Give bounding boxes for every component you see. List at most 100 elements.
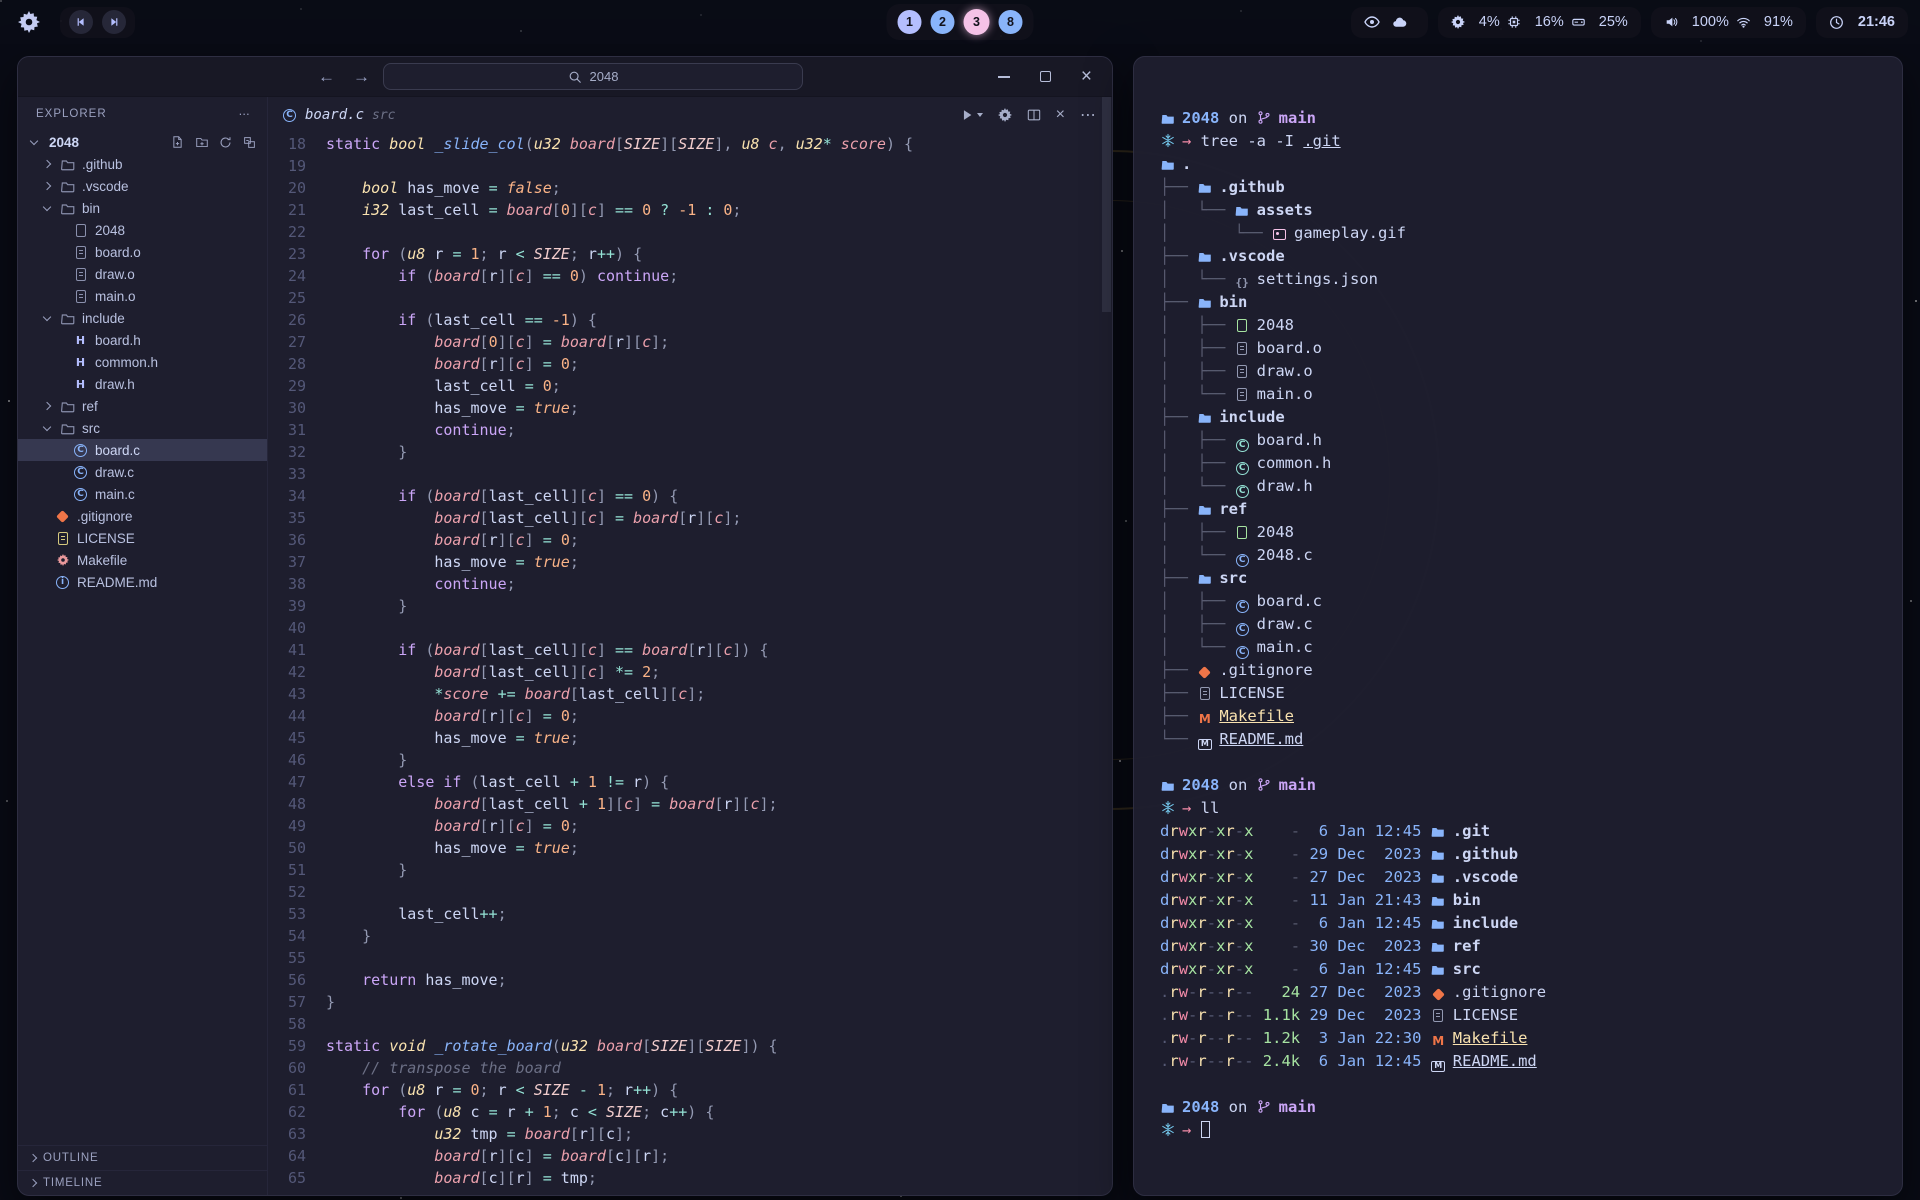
chevd-icon	[38, 207, 55, 210]
new-file-icon[interactable]	[170, 135, 185, 149]
m-icon: M	[1431, 1034, 1446, 1048]
media-prev-button[interactable]	[69, 10, 93, 34]
explorer-item-draw.c[interactable]: Cdraw.c	[18, 461, 267, 483]
folder-icon	[60, 180, 75, 193]
terminal-line: │ └── gameplay.gif	[1160, 222, 1876, 245]
h-icon: H	[73, 378, 88, 391]
explorer-item-board.c[interactable]: Cboard.c	[18, 439, 267, 461]
terminal-line: ├── .gitignore	[1160, 659, 1876, 682]
chevron-right-icon	[29, 1154, 37, 1162]
explorer-item-main.c[interactable]: Cmain.c	[18, 483, 267, 505]
terminal-line: drwxr-xr-x - 6 Jan 12:45 .git	[1160, 820, 1876, 843]
explorer-item-bin[interactable]: bin	[18, 197, 267, 219]
info-icon: i	[55, 576, 70, 589]
close-editor-icon[interactable]: ×	[1056, 106, 1065, 124]
terminal-line: 2048 on main	[1160, 107, 1876, 130]
code-line: 29 last_cell = 0;	[268, 375, 1112, 397]
system-stats-module[interactable]: 4% 16% 25%	[1438, 7, 1641, 38]
code-line: 25	[268, 287, 1112, 309]
tab-board.c[interactable]: C board.c src	[282, 107, 396, 123]
workspace-2[interactable]: 2	[931, 10, 955, 34]
explorer-item-draw.o[interactable]: draw.o	[18, 263, 267, 285]
maximize-button[interactable]	[1040, 71, 1051, 82]
explorer-item-main.o[interactable]: main.o	[18, 285, 267, 307]
cpu-stat: 4%	[1451, 14, 1500, 30]
terminal-line: │ ├── Cdraw.c	[1160, 613, 1876, 636]
refresh-explorer-icon[interactable]	[218, 136, 233, 149]
memory-value: 16%	[1535, 14, 1564, 30]
code-line: 18static bool _slide_col(u32 board[SIZE]…	[268, 133, 1112, 155]
file-icon	[73, 224, 88, 237]
clock-module[interactable]: 21:46	[1816, 7, 1908, 38]
more-actions-icon[interactable]: ⋯	[1080, 105, 1096, 125]
memory-stat: 16%	[1507, 14, 1564, 30]
nav-forward-icon[interactable]: →	[353, 67, 370, 87]
explorer-item-2048[interactable]: 2048	[18, 219, 267, 241]
split-editor-icon[interactable]	[1027, 108, 1041, 122]
code-line: 44 board[r][c] = 0;	[268, 705, 1112, 727]
explorer-more-icon[interactable]: ⋯	[239, 107, 252, 121]
explorer-item-ref[interactable]: ref	[18, 395, 267, 417]
c-icon: C	[1235, 554, 1250, 567]
weather-module[interactable]	[1351, 7, 1428, 38]
c-icon: C	[1235, 600, 1250, 613]
c-file-icon: C	[282, 109, 297, 122]
speaker-icon	[1664, 15, 1679, 29]
audio-network-module[interactable]: 100% 91%	[1651, 7, 1806, 38]
run-button[interactable]	[960, 108, 983, 122]
explorer-item-.vscode[interactable]: .vscode	[18, 175, 267, 197]
terminal-line: ├── include	[1160, 406, 1876, 429]
explorer-item-include[interactable]: include	[18, 307, 267, 329]
terminal-line: ├── .github	[1160, 176, 1876, 199]
code-line: 45 has_move = true;	[268, 727, 1112, 749]
folderopen-icon	[60, 422, 75, 435]
chevd-icon	[25, 141, 42, 144]
folder-icon	[1197, 296, 1212, 309]
code-line: 41 if (board[last_cell][c] == board[r][c…	[268, 639, 1112, 661]
timeline-section[interactable]: TIMELINE	[18, 1170, 267, 1195]
code-line: 33	[268, 463, 1112, 485]
binary-icon	[73, 246, 88, 259]
run-settings-gear-icon[interactable]	[998, 108, 1012, 122]
explorer-item-.github[interactable]: .github	[18, 153, 267, 175]
new-folder-icon[interactable]	[194, 136, 209, 149]
explorer-item-board.h[interactable]: Hboard.h	[18, 329, 267, 351]
explorer-item-README.md[interactable]: iREADME.md	[18, 571, 267, 593]
chevd-icon	[38, 427, 55, 430]
explorer-item-common.h[interactable]: Hcommon.h	[18, 351, 267, 373]
chevr-icon	[38, 183, 55, 189]
explorer-item-board.o[interactable]: board.o	[18, 241, 267, 263]
collapse-folders-icon[interactable]	[242, 136, 257, 149]
code-line: 27 board[0][c] = board[r][c];	[268, 331, 1112, 353]
folder-icon	[1431, 940, 1446, 953]
file-icon	[1235, 319, 1250, 332]
explorer-item-draw.h[interactable]: Hdraw.h	[18, 373, 267, 395]
code-line: 47 else if (last_cell + 1 != r) {	[268, 771, 1112, 793]
code-line: 43 *score += board[last_cell][c];	[268, 683, 1112, 705]
explorer-item-2048[interactable]: 2048	[18, 131, 267, 153]
explorer-item-.gitignore[interactable]: .gitignore	[18, 505, 267, 527]
outline-section[interactable]: OUTLINE	[18, 1145, 267, 1170]
workspace-1[interactable]: 1	[898, 10, 922, 34]
minimize-button[interactable]	[998, 76, 1010, 78]
nav-back-icon[interactable]: ←	[318, 67, 335, 87]
close-button[interactable]: ×	[1081, 67, 1092, 86]
explorer-item-Makefile[interactable]: Makefile	[18, 549, 267, 571]
command-center-search[interactable]: 2048	[383, 63, 803, 90]
md-icon: M	[1431, 1061, 1446, 1072]
terminal-line: │ └── Cmain.c	[1160, 636, 1876, 659]
folder-icon	[1431, 871, 1446, 884]
code-line: 32 }	[268, 441, 1112, 463]
explorer-item-LICENSE[interactable]: LICENSE	[18, 527, 267, 549]
workspace-8[interactable]: 8	[999, 10, 1023, 34]
git-icon	[55, 512, 70, 521]
code-editor[interactable]: 18static bool _slide_col(u32 board[SIZE]…	[268, 133, 1112, 1195]
code-line: 56 return has_move;	[268, 969, 1112, 991]
folder-icon	[1197, 250, 1212, 263]
workspace-3[interactable]: 3	[964, 9, 990, 35]
terminal-window[interactable]: 2048 on main→ tree -a -I .git.├── .githu…	[1133, 56, 1903, 1196]
launcher-gear-icon[interactable]	[12, 5, 46, 39]
media-next-button[interactable]	[102, 10, 126, 34]
explorer-item-src[interactable]: src	[18, 417, 267, 439]
editor-scrollbar[interactable]	[1102, 97, 1111, 312]
